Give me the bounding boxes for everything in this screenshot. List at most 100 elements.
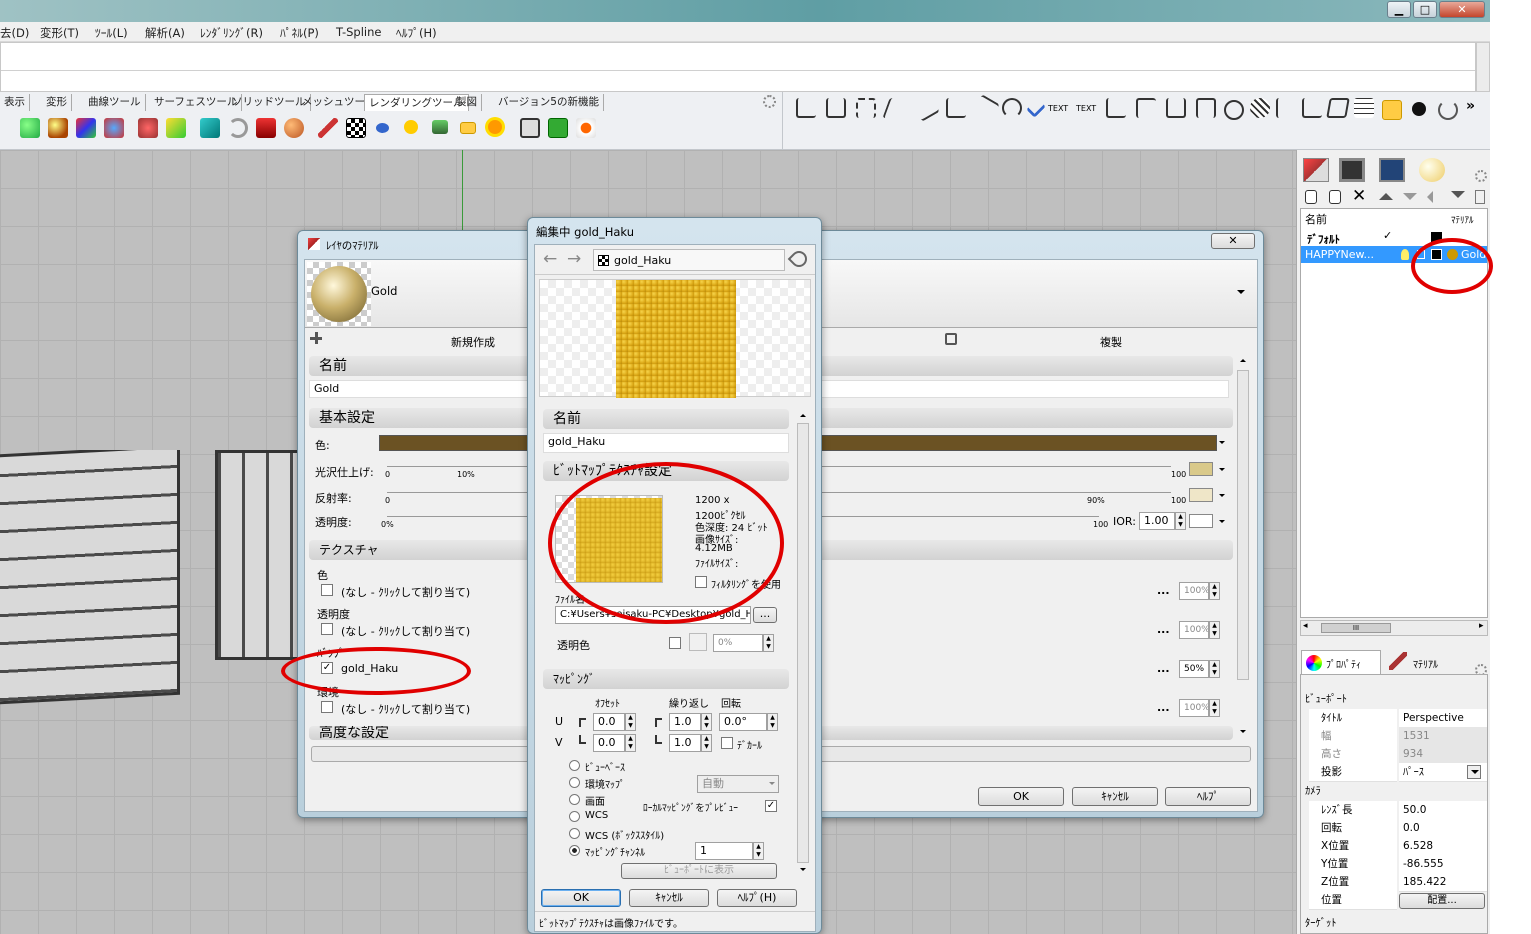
prop-row-x[interactable]: X位置 6.528 bbox=[1309, 837, 1487, 856]
reflectivity-color-swatch[interactable] bbox=[1189, 488, 1213, 502]
open-folder-icon[interactable] bbox=[1382, 100, 1402, 120]
leader-icon[interactable] bbox=[1106, 98, 1126, 118]
menu-item-edit[interactable]: 去(D) bbox=[0, 25, 29, 41]
dim-check-icon[interactable] bbox=[1302, 98, 1322, 118]
brush-icon[interactable] bbox=[318, 118, 338, 138]
wrench-icon[interactable] bbox=[787, 247, 811, 271]
trans-color-checkbox[interactable] bbox=[669, 637, 681, 649]
tex-bump-stepper[interactable]: ▲ ▼ bbox=[1209, 660, 1220, 678]
layer-tools-icon[interactable] bbox=[1475, 190, 1485, 204]
cloud-icon[interactable] bbox=[1224, 100, 1244, 120]
ok-button[interactable]: OK bbox=[541, 889, 621, 907]
checker-icon[interactable] bbox=[346, 118, 366, 138]
dim-arc-icon[interactable] bbox=[1002, 98, 1022, 118]
tex-env-amount[interactable]: 100% bbox=[1179, 699, 1209, 717]
add-material-icon[interactable] bbox=[310, 332, 322, 344]
tab-curve-tools[interactable]: 曲線ツール bbox=[84, 94, 146, 111]
tex-color-amount[interactable]: 100% bbox=[1179, 582, 1209, 600]
spheres-icon[interactable] bbox=[48, 118, 68, 138]
sphere-icon[interactable] bbox=[20, 118, 40, 138]
mode-radio-screen[interactable] bbox=[569, 794, 580, 805]
tex-env-value[interactable]: (なし - ｸﾘｯｸして割り当て) bbox=[341, 701, 470, 717]
menu-item-analyze[interactable]: 解析(A) bbox=[145, 25, 185, 41]
move-left-icon[interactable] bbox=[1427, 191, 1433, 203]
trans-pct-stepper[interactable]: ▲ ▼ bbox=[763, 634, 774, 652]
moon-icon[interactable] bbox=[228, 118, 248, 138]
command-scrollbar[interactable] bbox=[1476, 42, 1490, 92]
material-grid-icon[interactable] bbox=[76, 118, 96, 138]
mode-radio-channel[interactable] bbox=[569, 845, 580, 856]
mapping-section-header[interactable]: ﾏｯﾋﾟﾝｸﾞ bbox=[543, 669, 789, 689]
toolbar-overflow-icon[interactable]: » bbox=[1466, 98, 1475, 114]
tex-trans-stepper[interactable]: ▲ ▼ bbox=[1209, 621, 1220, 639]
tex-color-stepper[interactable]: ▲ ▼ bbox=[1209, 582, 1220, 600]
scroll-up-icon[interactable] bbox=[1240, 356, 1246, 362]
text-block-label[interactable]: TEXT bbox=[1076, 104, 1096, 113]
duplicate-button[interactable]: 複製 bbox=[1100, 334, 1122, 350]
menu-item-render[interactable]: ﾚﾝﾀﾞﾘﾝｸﾞ(R) bbox=[200, 25, 263, 41]
mode-radio-wcs[interactable] bbox=[569, 811, 580, 822]
tex-bump-amount[interactable]: 50% bbox=[1179, 660, 1209, 678]
folder-icon[interactable] bbox=[460, 122, 476, 134]
tex-trans-more[interactable]: ... bbox=[1157, 623, 1170, 636]
u-repeat-input[interactable]: 1.0 bbox=[669, 713, 701, 731]
dim-rotated-icon[interactable] bbox=[856, 98, 876, 118]
texture-vscrollbar[interactable] bbox=[797, 423, 809, 863]
move-up-icon[interactable] bbox=[1379, 193, 1393, 200]
dialog-close-button[interactable]: ✕ bbox=[1211, 233, 1255, 249]
dim-revision-icon[interactable] bbox=[1196, 98, 1216, 118]
scroll-right-icon[interactable]: ▸ bbox=[1479, 621, 1484, 631]
hatch-fill-icon[interactable] bbox=[1250, 98, 1270, 118]
tex-env-checkbox[interactable] bbox=[321, 701, 333, 713]
tab-display[interactable]: 表示 bbox=[0, 94, 30, 111]
chevron-down-icon[interactable] bbox=[1219, 441, 1225, 447]
rotation-stepper[interactable]: ▲ ▼ bbox=[767, 713, 778, 731]
dim-linear-icon[interactable] bbox=[796, 98, 816, 118]
scroll-down-icon[interactable] bbox=[800, 868, 806, 874]
basketball-icon[interactable] bbox=[284, 118, 304, 138]
chevron-down-icon[interactable] bbox=[1237, 290, 1245, 298]
mode-radio-wcs-box[interactable] bbox=[569, 828, 580, 839]
prop-row-title[interactable]: ﾀｲﾄﾙ Perspective bbox=[1309, 709, 1487, 728]
tab-drafting[interactable]: 製図 bbox=[452, 94, 482, 111]
texture-icon[interactable] bbox=[104, 118, 124, 138]
channel-input[interactable]: 1 bbox=[695, 842, 753, 860]
panel-tab-materials[interactable] bbox=[1419, 158, 1445, 182]
dim-angle-icon[interactable] bbox=[946, 98, 966, 118]
cube-icon[interactable] bbox=[166, 118, 186, 138]
help-button[interactable]: ﾍﾙﾌﾟ bbox=[1165, 787, 1251, 806]
u-offset-stepper[interactable]: ▲ ▼ bbox=[625, 713, 636, 731]
channel-stepper[interactable]: ▲ ▼ bbox=[753, 842, 764, 860]
filter-icon[interactable] bbox=[1451, 191, 1465, 205]
dim-chain-icon[interactable] bbox=[1166, 98, 1186, 118]
tex-color-value[interactable]: (なし - ｸﾘｯｸして割り当て) bbox=[341, 584, 470, 600]
panel-tab-display[interactable] bbox=[1339, 158, 1365, 182]
v-offset-stepper[interactable]: ▲ ▼ bbox=[625, 734, 636, 752]
ior-stepper[interactable]: ▲ ▼ bbox=[1175, 512, 1186, 530]
point-light-icon[interactable] bbox=[376, 123, 389, 133]
tex-env-stepper[interactable]: ▲ ▼ bbox=[1209, 699, 1220, 717]
texture-name-field[interactable]: gold_Haku bbox=[543, 433, 789, 453]
environment-icon[interactable] bbox=[138, 118, 158, 138]
make-2d-icon[interactable] bbox=[1326, 98, 1350, 118]
cancel-button[interactable]: ｷｬﾝｾﾙ bbox=[629, 889, 709, 907]
scroll-down-icon[interactable] bbox=[1240, 730, 1246, 736]
cancel-button[interactable]: ｷｬﾝｾﾙ bbox=[1072, 787, 1158, 806]
panel-tab-layers[interactable] bbox=[1303, 158, 1329, 182]
menu-item-transform[interactable]: 変形(T) bbox=[40, 25, 79, 41]
ior-color-swatch[interactable] bbox=[1189, 514, 1213, 528]
scroll-up-icon[interactable] bbox=[800, 411, 806, 417]
dim-diameter-icon[interactable] bbox=[972, 94, 1000, 122]
layer-hscrollbar[interactable]: ◂ III ▸ bbox=[1300, 620, 1488, 636]
new-material-button[interactable]: 新規作成 bbox=[451, 334, 495, 350]
u-offset-lock-icon[interactable] bbox=[579, 718, 586, 727]
decal-icon[interactable] bbox=[256, 118, 276, 138]
menu-item-panels[interactable]: ﾊﾟﾈﾙ(P) bbox=[280, 25, 319, 41]
decal-checkbox[interactable] bbox=[721, 737, 733, 749]
name-section-header[interactable]: 名前 bbox=[543, 409, 789, 429]
mode-radio-viewbase[interactable] bbox=[569, 760, 580, 771]
u-offset-input[interactable]: 0.0 bbox=[593, 713, 625, 731]
prop-row-rotation[interactable]: 回転 0.0 bbox=[1309, 819, 1487, 838]
back-icon[interactable]: ← bbox=[543, 249, 557, 269]
box-map-icon[interactable] bbox=[200, 118, 220, 138]
